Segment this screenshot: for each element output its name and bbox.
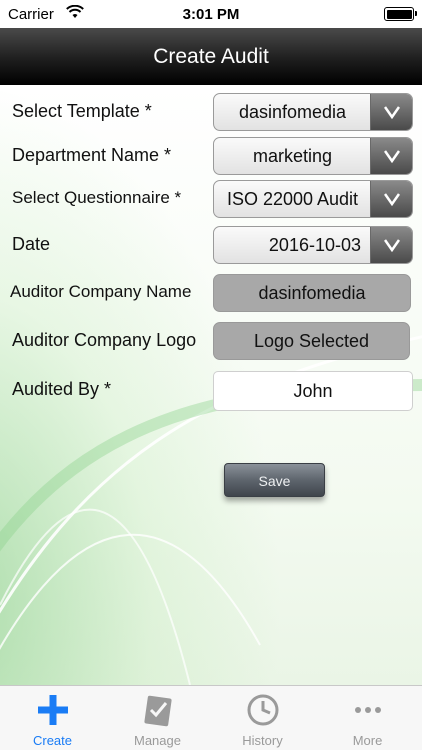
select-questionnaire-dropdown[interactable]: ISO 22000 Audit [213, 180, 413, 218]
department-name-value: marketing [252, 146, 333, 166]
row-select-template: Select Template * dasinfomedia [0, 91, 422, 131]
date-label: Date [12, 234, 51, 254]
tab-create[interactable]: Create [0, 686, 105, 750]
row-auditor-company-name: Auditor Company Name dasinfomedia [0, 272, 422, 312]
chevron-down-icon[interactable] [370, 181, 412, 217]
navigation-bar: Create Audit [0, 28, 422, 85]
department-name-label: Department Name * [12, 145, 172, 165]
tab-more-label: More [352, 733, 383, 748]
tab-history[interactable]: History [210, 686, 315, 750]
tab-create-label: Create [32, 733, 73, 748]
clock-icon [246, 693, 280, 727]
save-button[interactable]: Save [224, 463, 325, 497]
row-auditor-company-logo: Auditor Company Logo Logo Selected [0, 320, 422, 360]
auditor-company-name-field[interactable]: dasinfomedia [213, 274, 411, 312]
audited-by-label: Audited By * [12, 379, 112, 399]
tab-history-label: History [242, 733, 283, 748]
battery-icon [384, 7, 417, 21]
date-picker[interactable]: 2016-10-03 [213, 226, 413, 264]
select-questionnaire-value: ISO 22000 Audit [226, 189, 359, 209]
select-questionnaire-label: Select Questionnaire * [12, 188, 182, 207]
select-template-value: dasinfomedia [238, 102, 347, 122]
select-template-label: Select Template * [12, 101, 152, 121]
tab-bar: Create Manage History More [0, 685, 422, 750]
tab-more[interactable]: More [315, 686, 420, 750]
audited-by-input[interactable]: John [213, 371, 413, 411]
chevron-down-icon[interactable] [370, 138, 412, 174]
tab-manage[interactable]: Manage [105, 686, 210, 750]
chevron-down-icon[interactable] [370, 227, 412, 263]
auditor-company-logo-label: Auditor Company Logo [12, 330, 197, 350]
row-date: Date 2016-10-03 [0, 224, 422, 264]
plus-icon [36, 693, 70, 727]
clock-time: 3:01 PM [182, 6, 240, 23]
date-value: 2016-10-03 [268, 235, 361, 255]
auditor-company-logo-button[interactable]: Logo Selected [213, 322, 410, 360]
tab-manage-label: Manage [134, 733, 181, 748]
status-bar: Carrier 3:01 PM [0, 0, 422, 28]
clipboard-check-icon [141, 693, 175, 727]
page-title: Create Audit [153, 45, 269, 68]
ellipsis-icon [351, 693, 385, 727]
chevron-down-icon[interactable] [370, 94, 412, 130]
row-department-name: Department Name * marketing [0, 135, 422, 175]
row-audited-by: Audited By * John [0, 369, 422, 411]
department-name-dropdown[interactable]: marketing [213, 137, 413, 175]
select-template-dropdown[interactable]: dasinfomedia [213, 93, 413, 131]
row-select-questionnaire: Select Questionnaire * ISO 22000 Audit [0, 178, 422, 218]
auditor-company-name-label: Auditor Company Name [10, 282, 192, 301]
